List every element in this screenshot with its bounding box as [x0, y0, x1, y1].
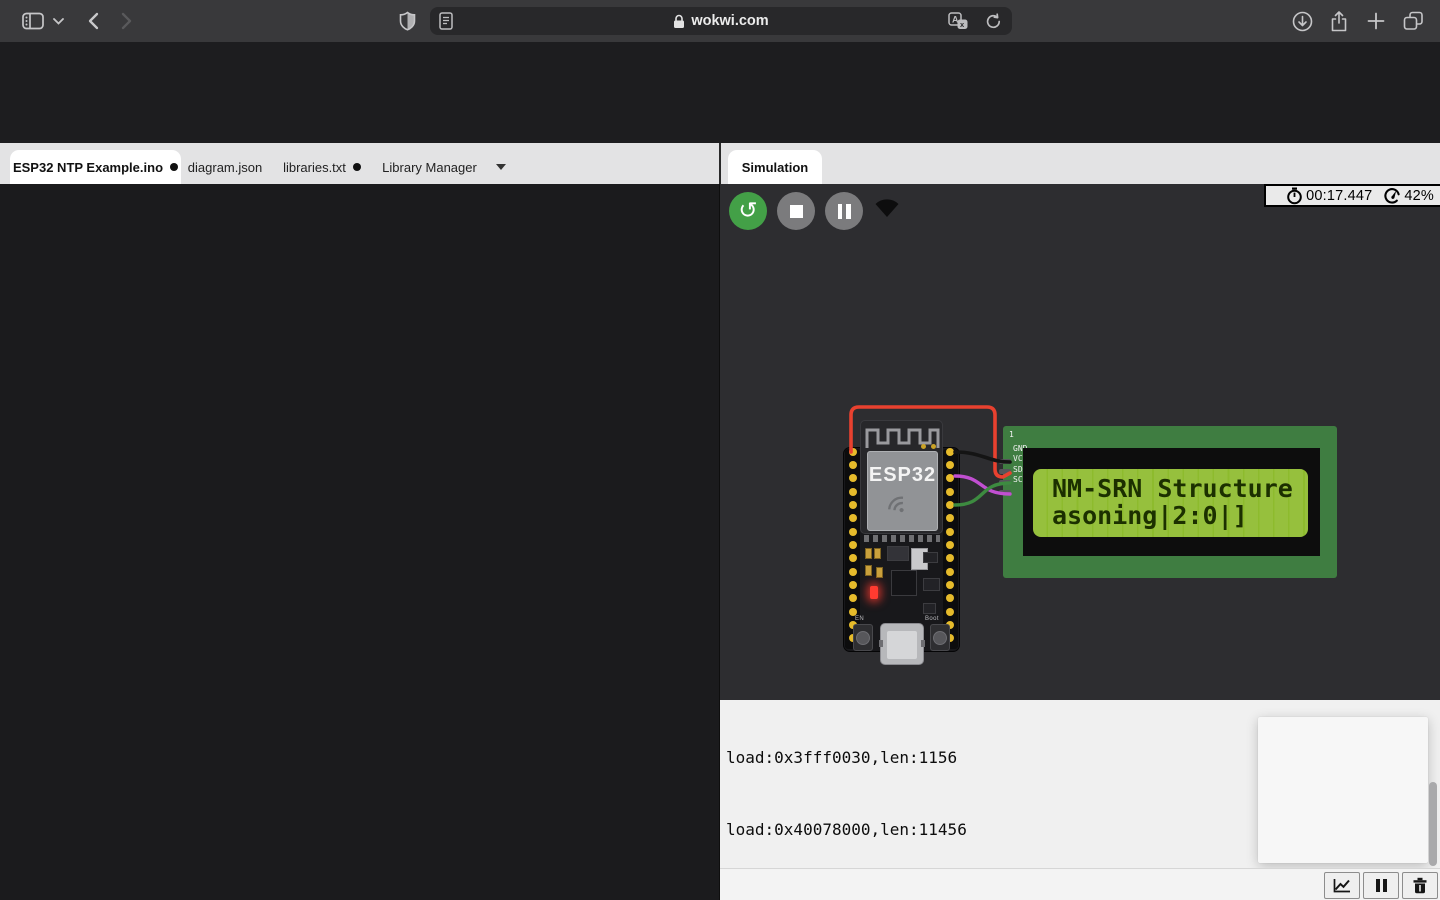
reader-icon[interactable]	[439, 7, 453, 35]
tab-label: libraries.txt	[283, 160, 346, 175]
plot-button[interactable]	[1324, 872, 1360, 899]
lcd-pin-index: 1	[1009, 430, 1014, 440]
esp32-board[interactable]: ESP32	[843, 420, 960, 666]
modified-dot	[170, 163, 178, 171]
lcd-line-1: NM-SRN Structure	[1052, 476, 1293, 502]
translate-icon[interactable]: Ax	[948, 7, 970, 35]
browser-toolbar: wokwi.com Ax	[0, 0, 1440, 43]
tab-sketch-file[interactable]: ESP32 NTP Example.ino	[10, 150, 181, 184]
boot-button[interactable]	[930, 624, 950, 651]
power-led	[870, 586, 878, 599]
cpu-gauge-icon	[1383, 187, 1401, 205]
tab-overview-button[interactable]	[1400, 0, 1426, 42]
screen: wokwi.com Ax ESP32 NTP Example.ino	[0, 0, 1440, 900]
serial-line: load:0x40078000,len:11456	[726, 818, 967, 842]
boot-button-label: Boot	[925, 616, 939, 622]
simulation-tabbar: Simulation	[721, 143, 1440, 184]
serial-scrollbar[interactable]	[1429, 782, 1437, 866]
wokwi-page-header	[0, 42, 1440, 143]
tab-diagram-json[interactable]: diagram.json	[186, 150, 264, 184]
share-button[interactable]	[1327, 0, 1351, 42]
simulation-canvas[interactable]: ↺ 00:17.447 42%	[720, 184, 1440, 700]
tab-label: diagram.json	[188, 160, 262, 175]
chart-icon	[1332, 877, 1352, 894]
esp32-right-pins[interactable]	[946, 448, 954, 456]
tab-label: ESP32 NTP Example.ino	[13, 160, 163, 175]
tab-label: Simulation	[742, 160, 808, 175]
serial-line: load:0x3fff0030,len:1156	[726, 746, 967, 770]
restart-simulation-button[interactable]: ↺	[729, 192, 767, 230]
lcd-bezel: NM-SRN Structure asoning|2:0|]	[1023, 448, 1320, 556]
serial-toolbar	[720, 868, 1440, 900]
serial-output: load:0x3fff0030,len:1156 load:0x40078000…	[726, 700, 967, 868]
stop-simulation-button[interactable]	[777, 192, 815, 230]
forward-button[interactable]	[116, 0, 138, 42]
en-button-label: EN	[855, 616, 864, 622]
wifi-status-icon	[872, 196, 902, 220]
tab-simulation[interactable]: Simulation	[728, 150, 822, 184]
editor-tabbar: ESP32 NTP Example.ino diagram.json libra…	[0, 143, 721, 184]
tab-libraries-txt[interactable]: libraries.txt	[278, 150, 366, 184]
sidebar-toggle-icon[interactable]	[18, 0, 48, 42]
elapsed-time: 00:17.447	[1306, 188, 1372, 204]
tab-library-manager[interactable]: Library Manager	[380, 150, 508, 184]
lock-icon	[673, 14, 685, 29]
simulation-status: 00:17.447 42%	[1264, 184, 1440, 207]
esp32-wroom-module: ESP32	[860, 420, 943, 534]
privacy-shield-icon[interactable]	[395, 0, 419, 42]
lcd-line-2: asoning|2:0|]	[1052, 503, 1248, 529]
serial-monitor[interactable]: load:0x3fff0030,len:1156 load:0x40078000…	[720, 700, 1440, 868]
clear-serial-button[interactable]	[1402, 872, 1438, 899]
usb-connector	[880, 623, 924, 665]
code-editor[interactable]	[0, 184, 721, 900]
stopwatch-icon	[1286, 187, 1303, 205]
downloads-button[interactable]	[1290, 0, 1314, 42]
chevron-down-icon	[496, 164, 506, 170]
sidebar-chevron-icon[interactable]	[50, 0, 66, 42]
lcd-screen: NM-SRN Structure asoning|2:0|]	[1033, 469, 1308, 537]
reload-icon[interactable]	[985, 7, 1002, 35]
modified-dot	[353, 163, 361, 171]
trash-icon	[1412, 877, 1428, 894]
address-bar[interactable]: wokwi.com Ax	[430, 7, 1012, 35]
wifi-logo-icon	[882, 490, 916, 524]
pause-icon	[1375, 878, 1388, 893]
esp32-label: ESP32	[868, 464, 937, 487]
en-button[interactable]	[853, 624, 873, 651]
cpu-usage: 42%	[1404, 188, 1434, 204]
new-tab-button[interactable]	[1364, 0, 1388, 42]
back-button[interactable]	[82, 0, 104, 42]
pause-simulation-button[interactable]	[825, 192, 863, 230]
esp32-left-pins[interactable]	[849, 448, 857, 456]
pause-serial-button[interactable]	[1363, 872, 1399, 899]
overlay-panel	[1258, 717, 1428, 863]
url-text: wokwi.com	[691, 13, 768, 29]
lcd1602-display[interactable]: 1 GND VCC SDA SCL NM-SRN Structure asoni…	[1003, 426, 1337, 578]
tab-label: Library Manager	[382, 160, 477, 175]
